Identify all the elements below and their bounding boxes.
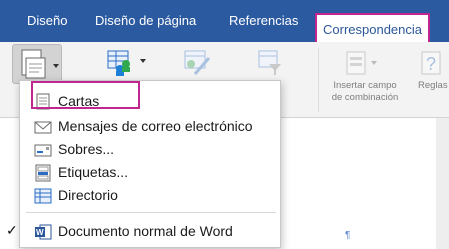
insert-merge-field-button[interactable] [343, 48, 379, 83]
checkmark-icon: ✓ [6, 222, 18, 238]
filter-icon [258, 50, 281, 75]
rules-label: Reglas [418, 80, 448, 91]
menu-item-directory[interactable]: Directorio [20, 184, 280, 206]
tab-diseno-de-pagina[interactable]: Diseño de página [95, 0, 196, 42]
merge-field-icon [346, 51, 377, 75]
highlight-frame [31, 81, 140, 109]
tab-correspondencia[interactable]: Correspondencia [315, 13, 431, 42]
insert-merge-field-label-1: Insertar campo [333, 80, 397, 91]
ribbon-separator [318, 48, 319, 112]
labels-icon [34, 164, 52, 182]
tab-referencias[interactable]: Referencias [229, 0, 298, 42]
mail-merge-document-icon [21, 49, 59, 79]
rules-button[interactable]: ? [420, 48, 449, 83]
start-mail-merge-button[interactable] [12, 44, 62, 84]
menu-item-label: Directorio [58, 187, 118, 203]
word-icon: W [34, 223, 52, 240]
paragraph-mark: ¶ [345, 230, 351, 241]
table-icon [34, 187, 52, 204]
menu-item-labels[interactable]: Etiquetas... [20, 161, 280, 183]
rules-question-icon: ? [421, 51, 441, 75]
start-mail-merge-menu: Cartas Mensajes de correo electrónico So… [6, 80, 281, 248]
document-side-margin [436, 118, 449, 249]
tab-diseno[interactable]: Diseño [27, 0, 67, 42]
menu-item-email-messages[interactable]: Mensajes de correo electrónico [20, 115, 280, 137]
select-recipients-button[interactable] [104, 48, 148, 83]
insert-merge-field-label-2: de combinación [331, 92, 399, 103]
menu-item-label: Sobres... [58, 141, 115, 157]
menu-item-normal-word-document[interactable]: ✓ W Documento normal de Word [6, 220, 280, 242]
edit-recipients-icon [184, 50, 211, 75]
menu-separator [26, 212, 276, 213]
edit-recipients-button[interactable] [179, 48, 215, 83]
envelope-card-icon [34, 141, 52, 157]
menu-item-label: Etiquetas... [58, 164, 129, 180]
svg-text:?: ? [426, 54, 436, 74]
menu-item-envelopes[interactable]: Sobres... [20, 138, 280, 160]
filter-recipients-button[interactable] [255, 48, 285, 83]
envelope-icon [34, 118, 52, 134]
svg-text:W: W [36, 228, 44, 237]
ribbon-tab-bar: Diseño Diseño de página Referencias Corr… [0, 0, 449, 42]
recipients-table-icon [107, 50, 146, 76]
menu-item-label: Mensajes de correo electrónico [58, 118, 253, 134]
menu-item-label: Documento normal de Word [58, 223, 233, 239]
